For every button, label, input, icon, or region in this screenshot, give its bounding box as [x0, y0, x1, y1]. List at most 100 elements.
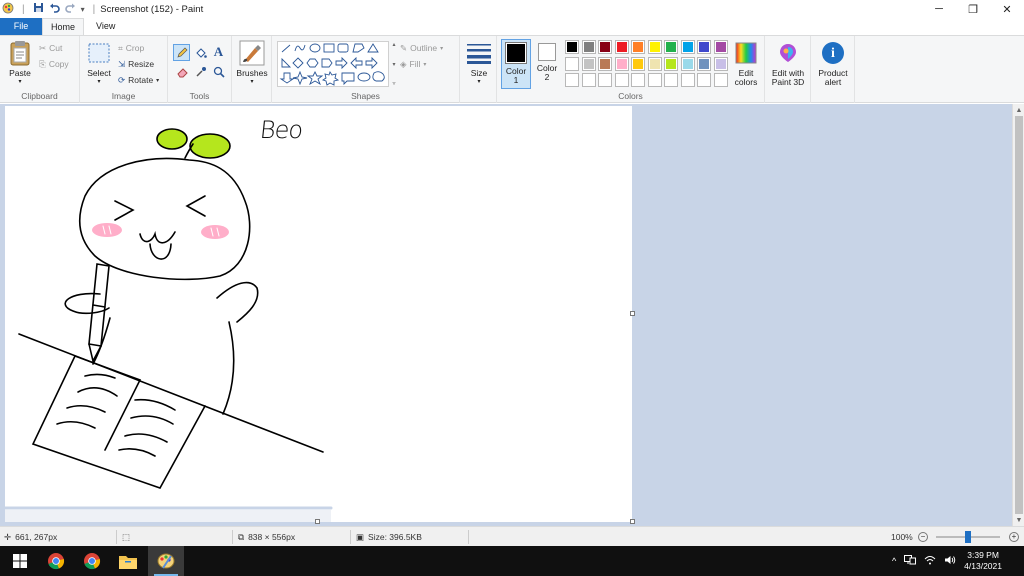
save-icon[interactable] [33, 2, 44, 16]
vertical-scrollbar[interactable]: ▲ ▼ [1012, 104, 1024, 526]
crop-button[interactable]: ⌗ Crop [118, 41, 144, 55]
scroll-up-icon[interactable]: ▲ [1013, 104, 1024, 116]
color-swatch[interactable] [614, 56, 629, 71]
resize-handle-corner[interactable] [630, 519, 635, 524]
customize-qa-dropdown-icon[interactable]: ▾ [81, 5, 85, 14]
product-alert-button[interactable]: i Product alert [814, 40, 852, 87]
taskbar-clock[interactable]: 3:39 PM 4/13/2021 [964, 550, 1002, 572]
outline-icon: ✎ [400, 42, 408, 53]
network-icon[interactable] [904, 555, 917, 567]
color-swatch[interactable] [713, 40, 728, 54]
color-swatch-fill [567, 58, 577, 69]
color-swatch[interactable] [631, 56, 645, 71]
redo-icon[interactable] [64, 2, 76, 16]
color-swatch[interactable] [680, 40, 695, 54]
empty-color-swatch[interactable] [581, 73, 596, 87]
color-swatch[interactable] [614, 40, 629, 54]
taskbar-file-explorer[interactable] [110, 546, 146, 576]
empty-color-swatch[interactable] [680, 73, 695, 87]
tray-overflow-icon[interactable]: ^ [892, 556, 896, 566]
empty-color-swatch[interactable] [598, 73, 612, 87]
wifi-icon[interactable] [924, 555, 936, 567]
select-button[interactable]: Select ▾ [84, 40, 114, 87]
color-swatch[interactable] [598, 40, 612, 54]
zoom-slider-thumb[interactable] [965, 531, 971, 543]
shapes-gallery-scroll[interactable]: ▴ ▾ ▿ [390, 41, 398, 87]
color-swatch[interactable] [565, 56, 579, 71]
shapes-gallery-icons [279, 43, 385, 86]
rotate-dropdown-icon: ▾ [156, 77, 160, 84]
tab-view[interactable]: View [88, 18, 123, 35]
color-swatch[interactable] [697, 56, 711, 71]
resize-icon: ⇲ [118, 58, 126, 69]
close-button[interactable]: ✕ [990, 0, 1024, 18]
color-swatch[interactable] [565, 40, 579, 54]
taskbar-chrome-2[interactable] [74, 546, 110, 576]
brushes-button[interactable]: Brushes ▾ [235, 40, 269, 87]
text-tool-button[interactable]: A [211, 44, 226, 59]
shapes-group-label: Shapes [351, 91, 380, 101]
color-swatch[interactable] [598, 56, 612, 71]
fill-tool-button[interactable] [193, 45, 208, 60]
size-button[interactable]: Size ▾ [464, 40, 494, 87]
fill-button[interactable]: ◈ Fill ▾ [400, 57, 426, 71]
resize-handle-right[interactable] [630, 311, 635, 316]
shapes-gallery[interactable] [277, 41, 389, 87]
zoom-in-button[interactable]: + [1009, 527, 1019, 547]
empty-color-swatch[interactable] [713, 73, 728, 87]
drawing-canvas[interactable]: Beo [3, 106, 632, 522]
copy-button[interactable]: ⎘ Copy [39, 57, 69, 71]
volume-icon[interactable] [944, 555, 956, 567]
restore-button[interactable]: ❐ [956, 0, 990, 18]
paint-app-icon[interactable] [2, 2, 14, 17]
color-swatch-fill [616, 42, 627, 52]
tab-file[interactable]: File [0, 18, 42, 35]
window-controls: ─ ❐ ✕ [922, 0, 1024, 18]
outline-button[interactable]: ✎ Outline ▾ [400, 41, 443, 55]
empty-color-swatch[interactable] [647, 73, 662, 87]
paste-button[interactable]: Paste ▾ [6, 40, 34, 87]
color-swatch[interactable] [713, 56, 728, 71]
pencil-tool-button[interactable] [173, 44, 190, 61]
color-swatch[interactable] [631, 40, 645, 54]
crop-icon: ⌗ [118, 42, 123, 53]
color2-button[interactable]: Color 2 [533, 41, 561, 82]
canvas-workarea[interactable]: Beo [0, 104, 1012, 526]
scroll-thumb[interactable] [1015, 116, 1023, 514]
color-swatch[interactable] [664, 56, 678, 71]
rotate-button[interactable]: ⟳ Rotate ▾ [118, 73, 159, 87]
undo-icon[interactable] [49, 2, 60, 16]
empty-color-swatch[interactable] [664, 73, 678, 87]
cut-button[interactable]: ✂ Cut [39, 41, 62, 55]
scroll-down-icon[interactable]: ▼ [1013, 514, 1024, 526]
empty-color-swatch[interactable] [565, 73, 579, 87]
edit-colors-button[interactable]: Edit colors [731, 40, 761, 87]
empty-color-swatch[interactable] [697, 73, 711, 87]
cursor-position: ✛ 661, 267px [4, 527, 57, 547]
color-swatch[interactable] [697, 40, 711, 54]
resize-button[interactable]: ⇲ Resize [118, 57, 154, 71]
color-swatch[interactable] [581, 40, 596, 54]
color-swatch[interactable] [647, 40, 662, 54]
taskbar-paint[interactable] [148, 546, 184, 576]
color-swatch[interactable] [680, 56, 695, 71]
start-button[interactable] [2, 546, 38, 576]
windows-logo-icon [13, 554, 27, 568]
magnifier-tool-button[interactable] [211, 64, 226, 79]
eraser-tool-button[interactable] [175, 64, 190, 79]
minimize-button[interactable]: ─ [922, 0, 956, 18]
system-tray: ^ 3:39 PM 4/13/2021 [892, 546, 1016, 576]
color-swatch[interactable] [664, 40, 678, 54]
empty-color-swatch[interactable] [614, 73, 629, 87]
zoom-out-button[interactable]: − [918, 527, 928, 547]
color-swatch[interactable] [647, 56, 662, 71]
edit-with-paint3d-button[interactable]: Edit with Paint 3D [768, 40, 808, 87]
file-size: ▣ Size: 396.5KB [356, 527, 422, 547]
color-swatch[interactable] [581, 56, 596, 71]
empty-color-swatch[interactable] [631, 73, 645, 87]
tab-home[interactable]: Home [42, 18, 84, 35]
resize-handle-bottom[interactable] [315, 519, 320, 524]
color-picker-tool-button[interactable] [193, 64, 208, 79]
color1-button[interactable]: Color 1 [501, 39, 531, 89]
taskbar-chrome-1[interactable] [38, 546, 74, 576]
